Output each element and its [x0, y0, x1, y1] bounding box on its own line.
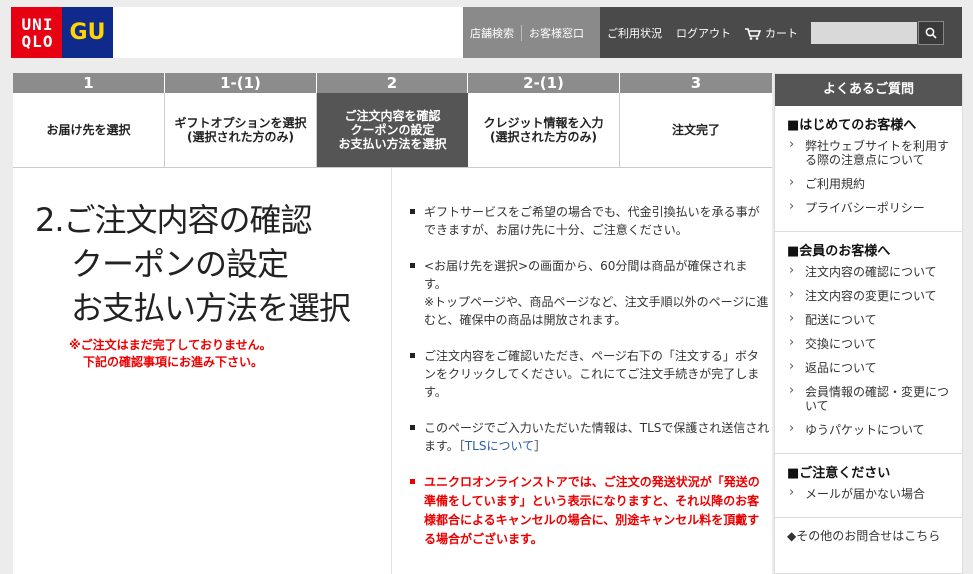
- notice-item: ギフトサービスをご希望の場合でも、代金引換払いを承る事ができますが、お届け先に十…: [408, 203, 770, 239]
- step-label: 注文完了: [620, 93, 772, 168]
- step-label: クレジット情報を入力 (選択された方のみ): [468, 93, 620, 168]
- faq-link[interactable]: 会員情報の確認・変更について: [787, 384, 962, 413]
- step-number: 1: [13, 73, 165, 93]
- nav-usage-status[interactable]: ご利用状況: [600, 25, 669, 41]
- header-blank-strip: [113, 7, 463, 58]
- search-button[interactable]: [918, 21, 944, 45]
- step-2-current: 2 ご注文内容を確認 クーポンの設定 お支払い方法を選択: [317, 73, 468, 168]
- tls-link[interactable]: TLSについて: [465, 439, 534, 453]
- notice-item: ご注文内容をご確認いただき、ページ右下の「注文する」ボタンをクリックしてください…: [408, 347, 770, 401]
- step-2-1: 2-(1) クレジット情報を入力 (選択された方のみ): [468, 73, 620, 168]
- faq-section-title: ■会員のお客様へ: [787, 244, 891, 259]
- search-input[interactable]: [811, 22, 917, 44]
- step-number: 3: [620, 73, 772, 93]
- nav-customer-contact[interactable]: お客様窓口: [522, 25, 591, 41]
- step-number: 1-(1): [165, 73, 317, 93]
- notice-list: ギフトサービスをご希望の場合でも、代金引換払いを承る事ができますが、お届け先に十…: [408, 203, 770, 549]
- faq-link[interactable]: プライバシーポリシー: [787, 200, 962, 215]
- faq-title: よくあるご質問: [775, 74, 962, 106]
- page-title-line1: 2.ご注文内容の確認: [35, 201, 313, 239]
- main-content: 2.ご注文内容の確認 クーポンの設定 お支払い方法を選択 ※ご注文はまだ完了して…: [13, 168, 772, 574]
- faq-section-caution: ■ご注意ください メールが届かない場合: [775, 454, 962, 518]
- faq-link[interactable]: 注文内容の変更について: [787, 288, 962, 303]
- notice-text-end: ］: [534, 439, 547, 453]
- faq-sidebar: よくあるご質問 ■はじめてのお客様へ 弊社ウェブサイトを利用する際の注意点につい…: [774, 73, 963, 574]
- faq-link[interactable]: 返品について: [787, 360, 962, 375]
- page-title-line3: お支払い方法を選択: [71, 289, 351, 327]
- faq-link[interactable]: メールが届かない場合: [787, 486, 962, 501]
- header-nav-secondary: 店舗検索 お客様窓口: [463, 7, 600, 58]
- nav-logout[interactable]: ログアウト: [669, 25, 738, 41]
- uniqlo-logo[interactable]: UNI QLO: [11, 7, 62, 58]
- faq-link[interactable]: 弊社ウェブサイトを利用する際の注意点について: [787, 138, 962, 167]
- faq-section-members: ■会員のお客様へ 注文内容の確認について 注文内容の変更について 配送について …: [775, 232, 962, 454]
- faq-section-first-time: ■はじめてのお客様へ 弊社ウェブサイトを利用する際の注意点について ご利用規約 …: [775, 106, 962, 232]
- cart-icon: [745, 27, 761, 40]
- faq-link[interactable]: 配送について: [787, 312, 962, 327]
- uniqlo-logo-line1: UNI: [21, 14, 54, 34]
- step-number: 2-(1): [468, 73, 620, 93]
- warning-line2: 下記の確認事項にお進み下さい。: [83, 355, 264, 369]
- notice-item: このページでご入力いただいた情報は、TLSで保護され送信されます。［TLSについ…: [408, 419, 770, 455]
- nav-cart[interactable]: カート: [738, 25, 805, 41]
- faq-link[interactable]: 注文内容の確認について: [787, 264, 962, 279]
- notice-item: <お届け先を選択>の画面から、60分間は商品が確保されます。 ※トップページや、…: [408, 257, 770, 329]
- header-nav-account: ご利用状況 ログアウト カート: [600, 7, 800, 58]
- uniqlo-logo-line2: QLO: [21, 31, 54, 51]
- notice-subtext: ※トップページや、商品ページなど、注文手順以外のページに進むと、確保中の商品は開…: [424, 295, 769, 327]
- search-area: [800, 7, 962, 58]
- nav-cart-label: カート: [765, 26, 798, 40]
- faq-link[interactable]: 交換について: [787, 336, 962, 351]
- column-divider: [391, 168, 392, 574]
- warning-line1: ※ご注文はまだ完了しておりません。: [69, 338, 272, 352]
- step-label: ご注文内容を確認 クーポンの設定 お支払い方法を選択: [317, 93, 468, 168]
- page-title-line2: クーポンの設定: [71, 245, 289, 283]
- notice-text: <お届け先を選択>の画面から、60分間は商品が確保されます。: [424, 259, 748, 291]
- nav-store-search[interactable]: 店舗検索: [463, 25, 521, 41]
- step-number: 2: [317, 73, 468, 93]
- faq-link[interactable]: ご利用規約: [787, 176, 962, 191]
- faq-other-inquiries-link[interactable]: ◆その他のお問合せはこちら: [775, 518, 962, 544]
- order-not-complete-warning: ※ご注文はまだ完了しておりません。 下記の確認事項にお進み下さい。: [69, 337, 272, 371]
- faq-section-title: ■はじめてのお客様へ: [787, 118, 917, 133]
- checkout-steps: 1 お届け先を選択 1-(1) ギフトオプションを選択 (選択された方のみ) 2…: [13, 73, 772, 168]
- gu-logo[interactable]: GU: [62, 7, 113, 58]
- faq-link[interactable]: ゆうパケットについて: [787, 422, 962, 437]
- step-label: お届け先を選択: [13, 93, 165, 168]
- step-3: 3 注文完了: [620, 73, 772, 168]
- step-1-1: 1-(1) ギフトオプションを選択 (選択された方のみ): [165, 73, 317, 168]
- cancellation-fee-notice: ユニクロオンラインストアでは、ご注文の発送状況が「発送の準備をしています」という…: [408, 473, 770, 549]
- faq-section-title: ■ご注意ください: [787, 466, 891, 481]
- search-icon: [925, 27, 937, 39]
- site-header: UNI QLO GU 店舗検索 お客様窓口 ご利用状況 ログアウト カート: [0, 0, 973, 62]
- step-1: 1 お届け先を選択: [13, 73, 165, 168]
- step-label: ギフトオプションを選択 (選択された方のみ): [165, 93, 317, 168]
- page-title: 2.ご注文内容の確認 クーポンの設定 お支払い方法を選択: [35, 198, 351, 330]
